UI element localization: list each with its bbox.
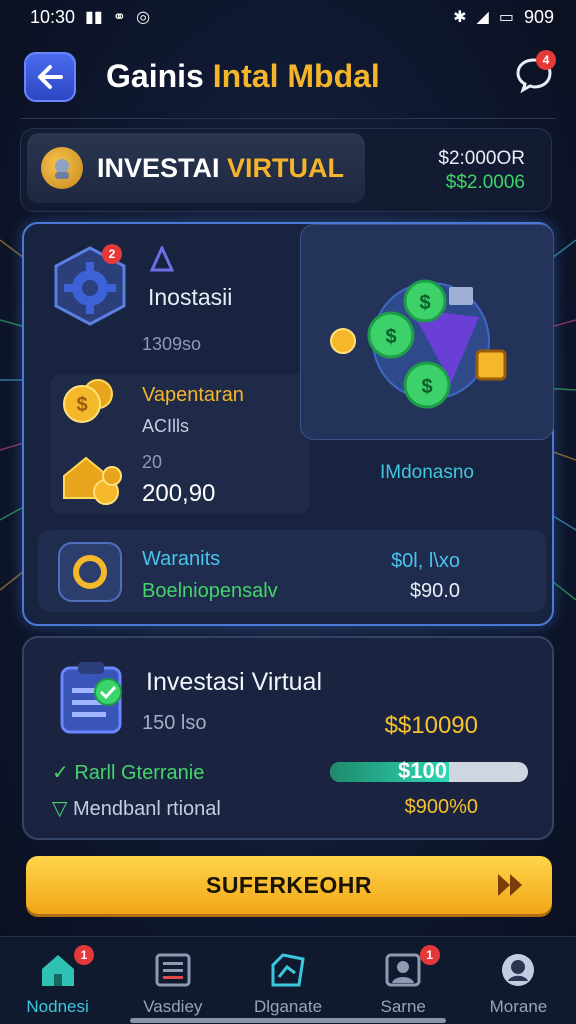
stat-small-value: 20 <box>142 452 163 472</box>
wallet-line-2: Boelniopensalv <box>142 580 278 602</box>
summary-sub: 150 lso <box>142 712 207 734</box>
double-chevron-right-icon <box>498 874 522 896</box>
wallet-right-1: $0l, l\xo <box>391 550 460 572</box>
banner-value-top: $2:000OR <box>438 148 525 169</box>
title-part-white: Gainis <box>106 58 204 94</box>
user-icon <box>502 954 535 986</box>
nav-label-list: Vasdiey <box>143 997 203 1016</box>
chat-badge: 4 <box>536 50 556 70</box>
gear-tile[interactable]: 2 <box>48 244 132 328</box>
summary-row-1-label: ✓ Rarll Gterranie <box>52 760 204 785</box>
svg-text:$: $ <box>421 376 432 398</box>
investasi-sub: 1309so <box>142 334 202 354</box>
nav-profile-badge: 1 <box>419 945 440 965</box>
coins-icon: $ <box>63 379 113 423</box>
nav-item-chart[interactable]: Dlganate <box>230 937 345 1024</box>
nav-item-home[interactable]: 1 Nodnesi <box>0 937 115 1024</box>
summary-row-2-text: Mendbanl rtional <box>72 798 221 820</box>
flag-icon: ▽ <box>52 798 68 820</box>
clipboard-icon <box>60 662 122 734</box>
status-bar: 10:30 ▮▮ ⚭ ◎ ✱ ◢ ▭ 909 <box>0 0 576 34</box>
investasi-label: Inostasii <box>148 284 233 310</box>
summary-title: Investasi Virtual <box>146 668 323 696</box>
nav-item-user[interactable]: Morane <box>461 937 576 1024</box>
main-panel: 2 Inostasii 1309so $ Vapentaran ACIlls 2… <box>22 222 554 626</box>
acils-label: ACIlls <box>142 416 190 436</box>
signal-icon: ▮▮ <box>85 9 103 26</box>
svg-text:$: $ <box>419 292 430 314</box>
battery-percent: 909 <box>523 6 554 27</box>
profile-icon <box>385 953 421 987</box>
summary-row-2-label: ▽ Mendbanl rtional <box>52 796 221 821</box>
svg-text:$: $ <box>76 394 87 416</box>
nav-item-list[interactable]: Vasdiey <box>115 937 230 1024</box>
stat-big-value: 200,90 <box>142 480 216 507</box>
wallet-right-2: $90.0 <box>409 580 460 602</box>
arrow-left-icon <box>38 65 63 89</box>
nav-label-profile: Sarne <box>380 997 426 1016</box>
status-time: 10:30 <box>30 6 76 27</box>
battery-icon: ▭ <box>498 9 514 26</box>
banner-title-yellow: VIRTUAL <box>227 152 345 183</box>
summary-amount: $$10090 <box>384 712 478 739</box>
summary-row-1-text: Rarll Gterranie <box>74 762 205 784</box>
ring-icon <box>73 555 107 589</box>
gear-badge: 2 <box>102 244 122 264</box>
primary-cta-button[interactable]: SUFERKEOHR <box>26 856 552 914</box>
nav-label-user: Morane <box>489 997 548 1016</box>
check-icon: ✓ <box>52 762 69 784</box>
banner-tag[interactable]: INVESTAI VIRTUAL <box>27 133 365 203</box>
nav-label-chart: Dlganate <box>253 997 323 1016</box>
header-divider <box>20 118 556 119</box>
house-coins-icon <box>63 456 122 505</box>
wifi-icon: ◢ <box>476 9 489 26</box>
svg-text:$: $ <box>385 326 396 348</box>
home-icon <box>41 955 74 986</box>
title-part-yellow: Intal Mbdal <box>212 58 380 94</box>
chat-button[interactable]: 4 <box>514 50 556 94</box>
money-network-illustration: $ $ $ <box>330 279 507 409</box>
wallet-row[interactable]: Waranits Boelniopensalv $0l, l\xo $90.0 <box>38 530 546 612</box>
page-title: Gainis Intal Mbdal <box>106 58 380 95</box>
illustration-card[interactable]: $ $ $ <box>300 224 554 440</box>
cta-label: SUFERKEOHR <box>205 871 372 898</box>
list-icon <box>155 953 191 987</box>
illustration-label: IMdonasno <box>379 462 474 483</box>
summary-card: Investasi Virtual 150 lso $$10090 ✓ Rarl… <box>22 636 554 840</box>
nav-label-home: Nodnesi <box>26 997 89 1016</box>
nav-home-badge: 1 <box>74 945 94 965</box>
vapentaran-label: Vapentaran <box>142 384 244 406</box>
banner-title: INVESTAI VIRTUAL <box>97 153 344 184</box>
chart-icon <box>271 953 305 987</box>
voicemail-icon: ⚭ <box>112 9 127 26</box>
astronaut-icon <box>41 147 83 189</box>
home-indicator[interactable] <box>130 1018 446 1023</box>
summary-row-2-value: $900%0 <box>404 796 478 818</box>
back-button[interactable] <box>24 52 76 102</box>
data-saver-icon: ◎ <box>136 9 151 26</box>
wallet-line-1: Waranits <box>142 548 221 570</box>
bluetooth-icon: ✱ <box>453 9 467 26</box>
bottom-navigation: 1 Nodnesi Vasdiey Dlganate 1 Sarne Moran… <box>0 936 576 1024</box>
app-header: Gainis Intal Mbdal 4 <box>0 44 576 110</box>
wallet-tile <box>58 542 122 602</box>
banner-title-white: INVESTAI <box>97 152 220 183</box>
banner-values: $2:000OR $$2.0006 <box>438 147 525 195</box>
progress-text: $100 <box>398 758 447 783</box>
banner-value-bottom: $$2.0006 <box>445 172 525 193</box>
investment-banner: INVESTAI VIRTUAL $2:000OR $$2.0006 <box>20 128 552 212</box>
warning-triangle-icon <box>150 246 174 272</box>
nav-item-profile[interactable]: 1 Sarne <box>346 937 461 1024</box>
